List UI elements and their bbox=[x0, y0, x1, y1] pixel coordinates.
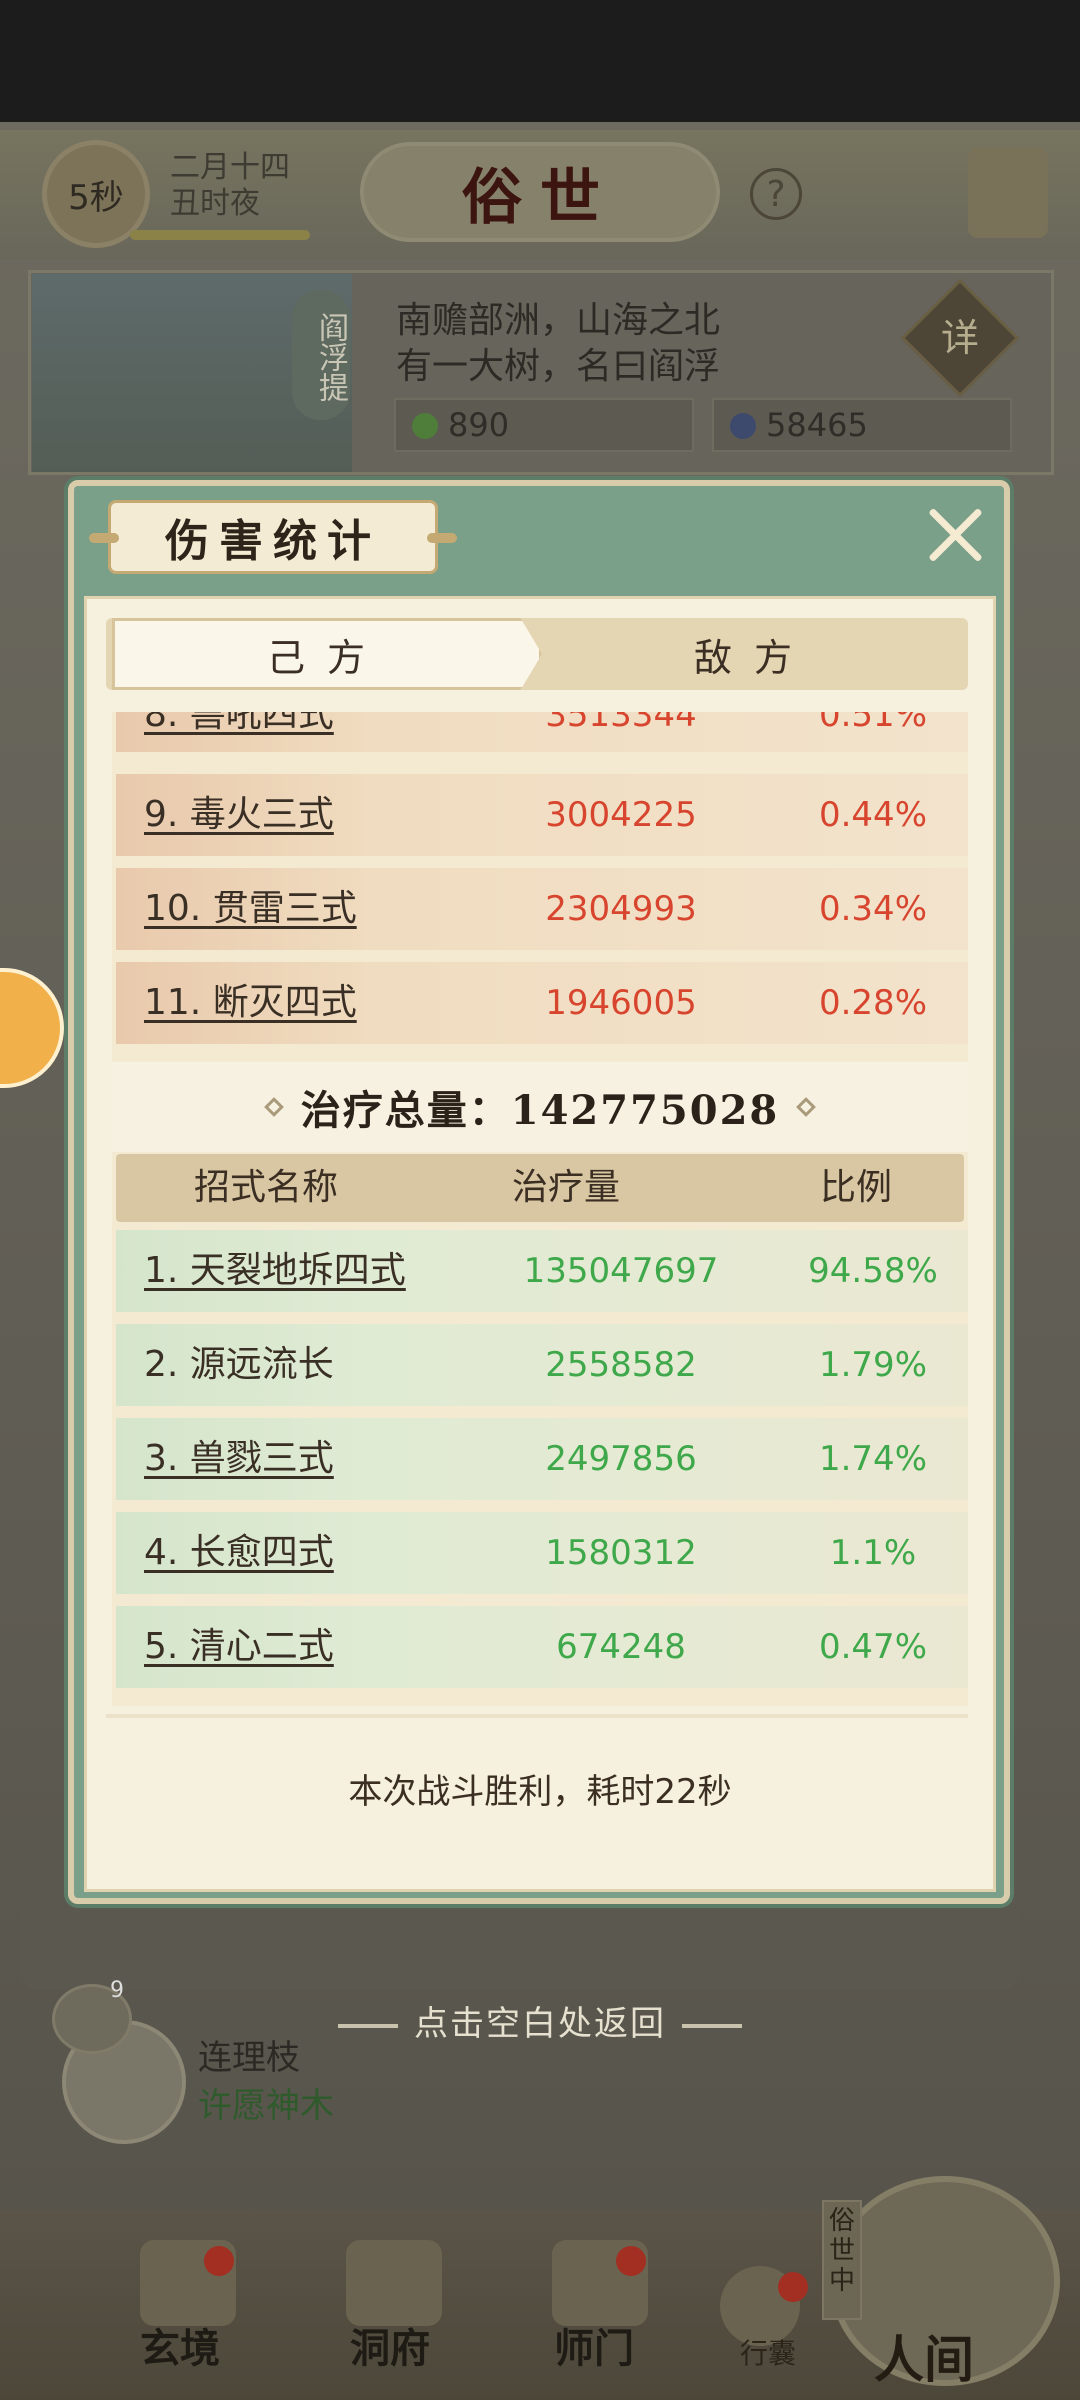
damage-percent: 0.34% bbox=[818, 889, 927, 929]
location-desc-line-2: 有一大树，名曰阎浮 bbox=[396, 346, 721, 387]
page-title: 俗世 bbox=[360, 142, 720, 242]
game-date: 二月十四 丑时夜 bbox=[170, 150, 290, 222]
damage-row: 10. 贯雷三式 2304993 0.34% bbox=[116, 868, 968, 950]
heal-value: 135047697 bbox=[523, 1251, 719, 1291]
skill-name[interactable]: 5. 清心二式 bbox=[144, 1606, 334, 1688]
diamond-ornament-icon bbox=[796, 1097, 817, 1117]
damage-value: 1946005 bbox=[545, 983, 697, 1023]
nav-pack[interactable]: 行囊 bbox=[740, 2332, 796, 2372]
nav-shimen[interactable]: 师门 bbox=[554, 2316, 634, 2374]
blue-orb-icon bbox=[730, 413, 756, 439]
close-icon[interactable] bbox=[920, 500, 990, 570]
heal-percent: 94.58% bbox=[808, 1251, 938, 1291]
damage-percent: 0.44% bbox=[818, 795, 927, 835]
heal-row: 5. 清心二式 674248 0.47% bbox=[116, 1606, 968, 1688]
notification-dot-icon bbox=[616, 2246, 646, 2276]
location-desc-line-1: 南赡部洲，山海之北 bbox=[396, 300, 721, 341]
skill-name[interactable]: 11. 断灭四式 bbox=[144, 962, 357, 1044]
battle-result: 本次战斗胜利，耗时22秒 bbox=[348, 1772, 732, 1812]
nav-xuanjing[interactable]: 玄境 bbox=[140, 2316, 220, 2374]
heal-percent: 1.79% bbox=[818, 1345, 927, 1385]
heal-total-text: 治疗总量：142775028 bbox=[300, 1087, 780, 1134]
nav-renjian[interactable]: 人间 bbox=[874, 2320, 974, 2392]
skill-name[interactable]: 10. 贯雷三式 bbox=[144, 868, 357, 950]
damage-value: 3004225 bbox=[545, 795, 697, 835]
background-close-button[interactable] bbox=[968, 148, 1048, 238]
location-description: 南赡部洲，山海之北 有一大树，名曰阎浮 bbox=[396, 298, 720, 390]
nav-dongfu-icon[interactable] bbox=[346, 2240, 442, 2326]
date-line-2: 丑时夜 bbox=[170, 186, 260, 221]
heal-table-header: 招式名称 治疗量 比例 bbox=[116, 1154, 964, 1222]
damage-value: 2304993 bbox=[545, 889, 697, 929]
damage-percent: 0.28% bbox=[818, 983, 927, 1023]
tab-enemy-side[interactable]: 敌方 bbox=[540, 618, 968, 690]
detail-label: 详 bbox=[940, 316, 979, 360]
location-banner: 阎浮提 bbox=[292, 290, 350, 420]
heal-row: 2. 源远流长 2558582 1.79% bbox=[116, 1324, 968, 1406]
resource-orb-value: 58465 bbox=[766, 406, 868, 444]
resource-spirit-stone: 890 bbox=[394, 398, 694, 452]
heal-percent: 1.74% bbox=[818, 1439, 927, 1479]
heal-value: 2497856 bbox=[545, 1439, 697, 1479]
resource-spirit-stone-value: 890 bbox=[448, 406, 510, 444]
damage-row: 11. 断灭四式 1946005 0.28% bbox=[116, 962, 968, 1044]
nav-dongfu[interactable]: 洞府 bbox=[350, 2316, 430, 2374]
header-skill-name: 招式名称 bbox=[193, 1167, 338, 1208]
header-heal-amount: 治疗量 bbox=[511, 1167, 620, 1208]
heal-row: 1. 天裂地坼四式 135047697 94.58% bbox=[116, 1230, 968, 1312]
green-gem-icon bbox=[412, 413, 438, 439]
damage-row: 9. 毒火三式 3004225 0.44% bbox=[116, 774, 968, 856]
diamond-ornament-icon bbox=[263, 1097, 284, 1117]
return-hint[interactable]: 点击空白处返回 bbox=[0, 1996, 1080, 2045]
return-hint-text: 点击空白处返回 bbox=[414, 2004, 666, 2044]
skill-name[interactable]: 9. 毒火三式 bbox=[144, 774, 334, 856]
help-icon[interactable]: ? bbox=[750, 168, 802, 220]
heal-value: 674248 bbox=[556, 1627, 686, 1667]
heal-value: 1580312 bbox=[545, 1533, 697, 1573]
resource-orb: 58465 bbox=[712, 398, 1012, 452]
heal-percent: 1.1% bbox=[829, 1533, 917, 1573]
tab-own-side[interactable]: 己方 bbox=[112, 618, 542, 690]
heal-value: 2558582 bbox=[545, 1345, 697, 1385]
date-line-1: 二月十四 bbox=[170, 150, 290, 185]
skill-name[interactable]: 1. 天裂地坼四式 bbox=[144, 1230, 406, 1312]
time-progress-bar bbox=[130, 230, 310, 240]
heal-percent: 0.47% bbox=[818, 1627, 927, 1667]
panel-divider bbox=[106, 1714, 968, 1718]
background-list-strip bbox=[20, 1900, 1020, 1990]
heal-row: 4. 长愈四式 1580312 1.1% bbox=[116, 1512, 968, 1594]
skill-name: 2. 源远流长 bbox=[144, 1344, 334, 1385]
header-ratio: 比例 bbox=[819, 1167, 892, 1208]
notification-dot-icon bbox=[204, 2246, 234, 2276]
modal-title: 伤害统计 bbox=[89, 500, 457, 574]
notification-dot-icon bbox=[778, 2272, 808, 2302]
heal-total: 治疗总量：142775028 bbox=[112, 1062, 968, 1152]
chat-subtitle: 许愿神木 bbox=[198, 2086, 334, 2126]
skill-name[interactable]: 3. 兽戮三式 bbox=[144, 1418, 334, 1500]
heal-row: 3. 兽戮三式 2497856 1.74% bbox=[116, 1418, 968, 1500]
nav-active-tag: 俗世中 bbox=[822, 2200, 862, 2320]
skill-name[interactable]: 4. 长愈四式 bbox=[144, 1512, 334, 1594]
